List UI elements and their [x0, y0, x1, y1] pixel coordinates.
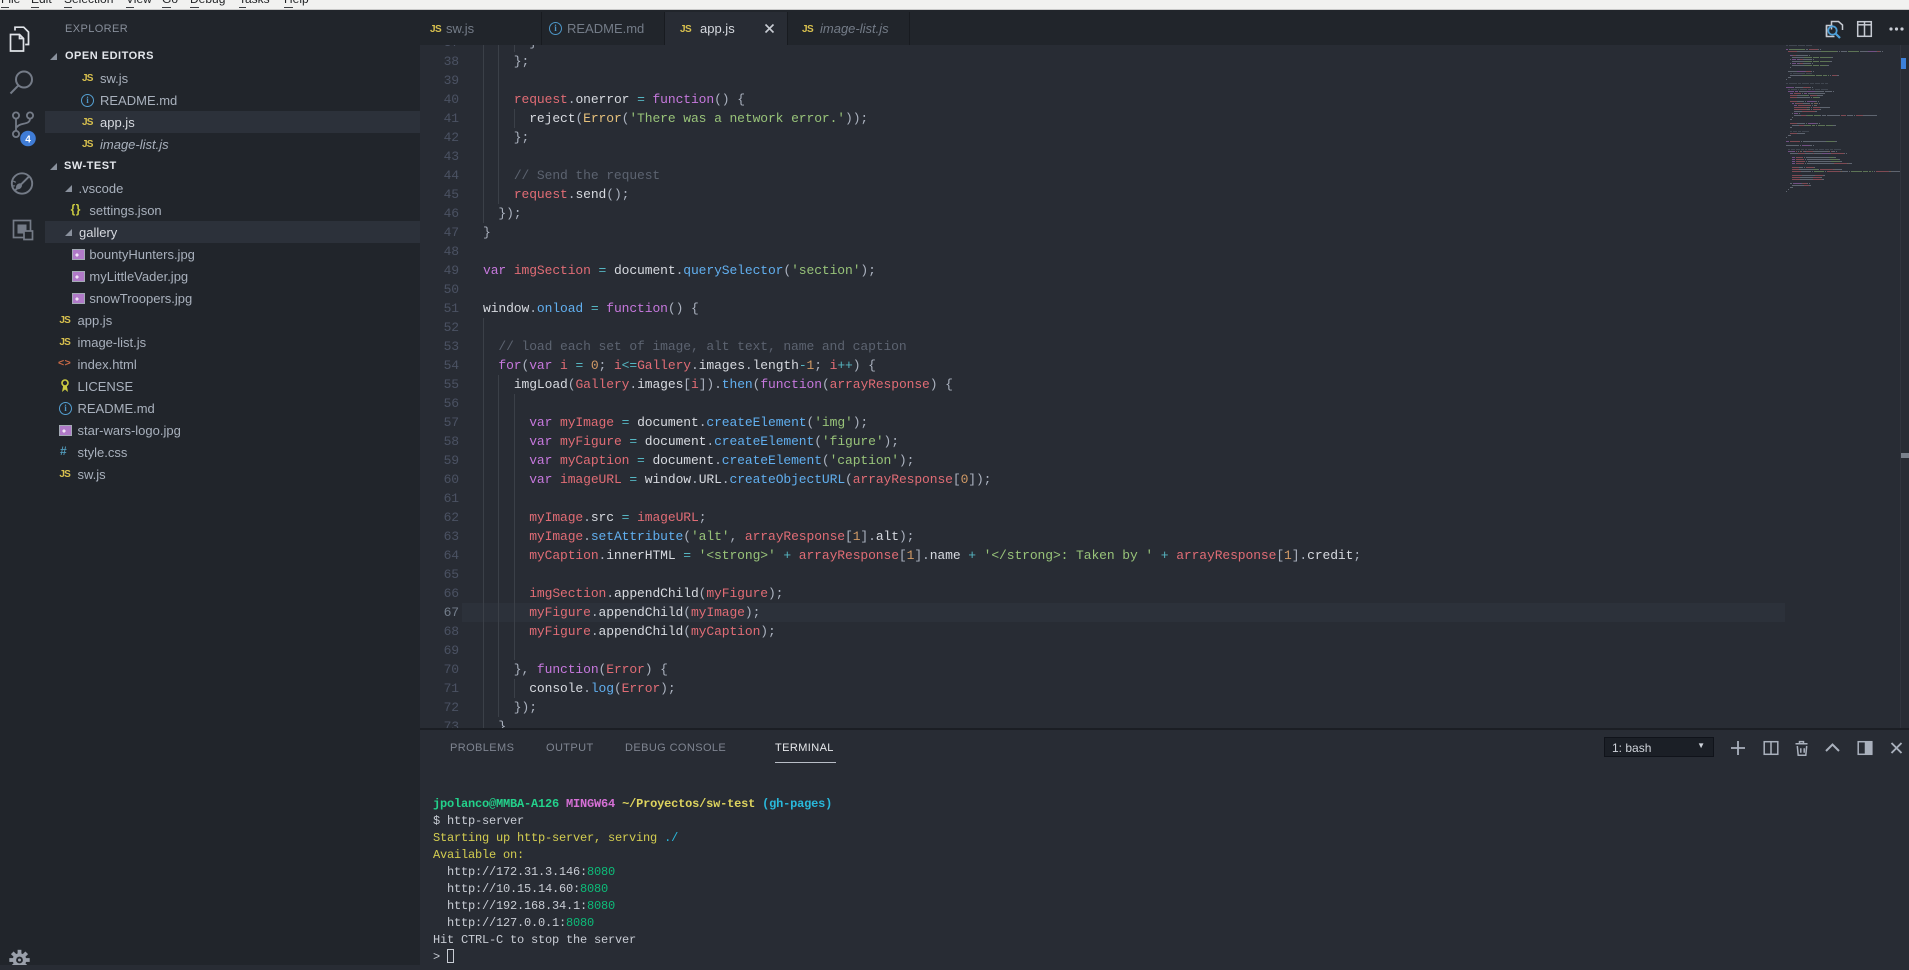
svg-text:4: 4	[25, 134, 31, 145]
